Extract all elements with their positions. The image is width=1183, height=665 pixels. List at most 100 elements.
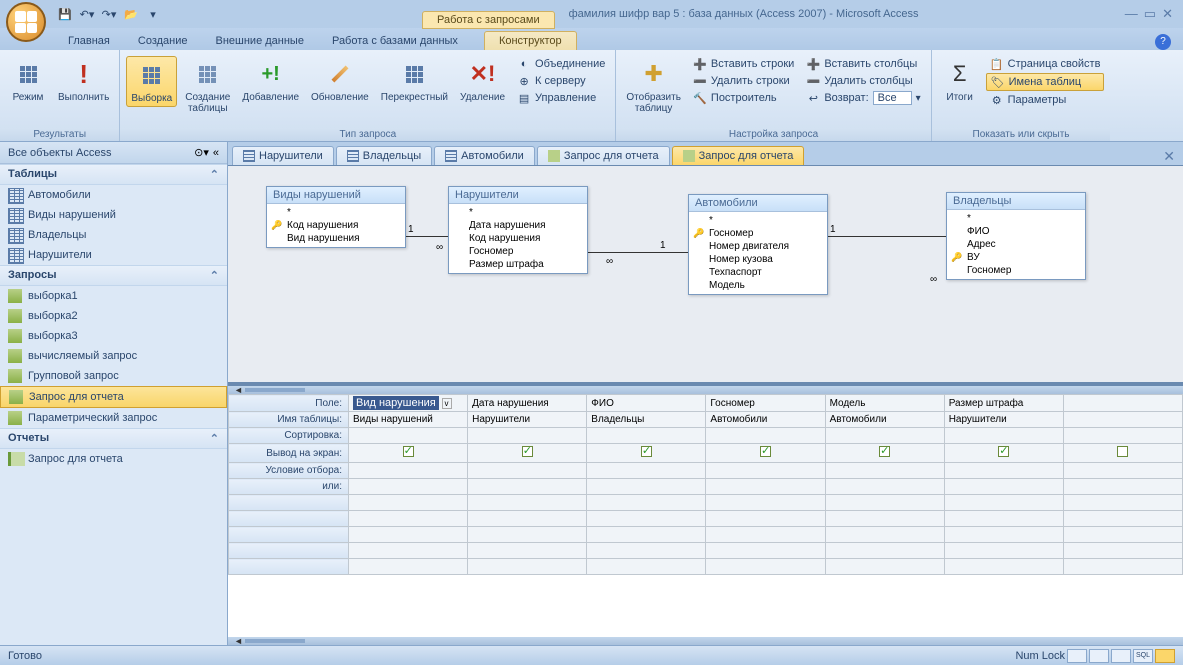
redo-icon[interactable]: ↷▾	[100, 5, 118, 23]
qbe-cell[interactable]	[1063, 428, 1182, 444]
document-tab[interactable]: Автомобили	[434, 146, 535, 165]
view-pivot-icon[interactable]	[1089, 649, 1109, 663]
nav-item[interactable]: выборка1	[0, 286, 227, 306]
document-tab[interactable]: Запрос для отчета	[537, 146, 670, 165]
qbe-cell[interactable]	[706, 463, 825, 479]
parameters-button[interactable]: ⚙Параметры	[986, 92, 1105, 108]
diagram-pane[interactable]: 1∞ 1∞ 1∞ Виды нарушений*Код нарушенияВид…	[228, 166, 1183, 386]
minimize-button[interactable]: —	[1125, 6, 1138, 22]
qbe-cell[interactable]: Автомобили	[825, 412, 944, 428]
view-button[interactable]: Режим	[6, 56, 50, 105]
qbe-cell[interactable]	[706, 479, 825, 495]
table-box[interactable]: Виды нарушений*Код нарушенияВид нарушени…	[266, 186, 406, 248]
qbe-cell[interactable]	[587, 463, 706, 479]
nav-item[interactable]: вычисляемый запрос	[0, 346, 227, 366]
property-sheet-button[interactable]: 📋Страница свойств	[986, 56, 1105, 72]
tab-create[interactable]: Создание	[124, 32, 202, 50]
insert-cols-button[interactable]: ➕Вставить столбцы	[802, 56, 924, 72]
nav-group-queries[interactable]: Запросы⌃	[0, 265, 227, 286]
qat-customize-icon[interactable]: ▾	[144, 5, 162, 23]
tab-design[interactable]: Конструктор	[484, 31, 577, 50]
save-icon[interactable]: 💾	[56, 5, 74, 23]
tab-external[interactable]: Внешние данные	[202, 32, 318, 50]
qbe-cell[interactable]	[944, 428, 1063, 444]
nav-item[interactable]: Групповой запрос	[0, 366, 227, 386]
close-document-icon[interactable]: ✕	[1155, 148, 1183, 165]
qbe-cell[interactable]: Нарушители	[468, 412, 587, 428]
crosstab-button[interactable]: Перекрестный	[377, 56, 452, 105]
close-button[interactable]: ✕	[1162, 6, 1173, 22]
return-dropdown[interactable]: ↩Возврат: Все▾	[802, 90, 924, 106]
qbe-cell[interactable]	[468, 479, 587, 495]
qbe-cell[interactable]	[468, 428, 587, 444]
nav-item[interactable]: Автомобили	[0, 185, 227, 205]
qbe-cell[interactable]	[468, 463, 587, 479]
tab-home[interactable]: Главная	[54, 32, 124, 50]
qbe-cell[interactable]	[1063, 463, 1182, 479]
nav-collapse-icon[interactable]: «	[213, 147, 219, 159]
view-sql-icon[interactable]: SQL	[1133, 649, 1153, 663]
nav-item[interactable]: Нарушители	[0, 245, 227, 265]
document-tab[interactable]: Владельцы	[336, 146, 432, 165]
passthrough-button[interactable]: ⊕К серверу	[513, 73, 609, 89]
qbe-cell[interactable]	[587, 444, 706, 463]
qbe-cell[interactable]	[349, 444, 468, 463]
append-button[interactable]: +! Добавление	[238, 56, 303, 105]
document-tab[interactable]: Запрос для отчета	[672, 146, 805, 165]
qbe-cell[interactable]: Вид нарушения v	[349, 395, 468, 412]
qbe-cell[interactable]	[349, 479, 468, 495]
qbe-cell[interactable]: Нарушители	[944, 412, 1063, 428]
document-tab[interactable]: Нарушители	[232, 146, 334, 165]
qbe-cell[interactable]: Владельцы	[587, 412, 706, 428]
qbe-cell[interactable]	[1063, 395, 1182, 412]
qbe-cell[interactable]	[825, 444, 944, 463]
delete-cols-button[interactable]: ➖Удалить столбцы	[802, 73, 924, 89]
qbe-cell[interactable]	[825, 463, 944, 479]
nav-group-reports[interactable]: Отчеты⌃	[0, 428, 227, 449]
qbe-cell[interactable]	[349, 428, 468, 444]
qbe-cell[interactable]: Виды нарушений	[349, 412, 468, 428]
nav-item[interactable]: выборка2	[0, 306, 227, 326]
open-icon[interactable]: 📂	[122, 5, 140, 23]
qbe-cell[interactable]: ФИО	[587, 395, 706, 412]
nav-item[interactable]: Параметрический запрос	[0, 408, 227, 428]
qbe-cell[interactable]	[944, 444, 1063, 463]
help-icon[interactable]: ?	[1155, 34, 1171, 50]
table-box[interactable]: Автомобили*ГосномерНомер двигателяНомер …	[688, 194, 828, 295]
table-names-button[interactable]: 🏷Имена таблиц	[986, 73, 1105, 91]
view-datasheet-icon[interactable]	[1067, 649, 1087, 663]
view-design-icon[interactable]	[1155, 649, 1175, 663]
qbe-grid[interactable]: Поле:Вид нарушения vДата нарушенияФИОГос…	[228, 394, 1183, 637]
qbe-cell[interactable]: Размер штрафа	[944, 395, 1063, 412]
update-button[interactable]: Обновление	[307, 56, 373, 105]
qbe-cell[interactable]	[587, 428, 706, 444]
qbe-cell[interactable]	[587, 479, 706, 495]
view-chart-icon[interactable]	[1111, 649, 1131, 663]
office-button[interactable]	[6, 2, 46, 42]
builder-button[interactable]: 🔨Построитель	[689, 90, 798, 106]
show-table-button[interactable]: ✚ Отобразить таблицу	[622, 56, 685, 116]
nav-item[interactable]: Запрос для отчета	[0, 386, 227, 408]
qbe-cell[interactable]	[1063, 412, 1182, 428]
qbe-cell[interactable]	[944, 463, 1063, 479]
qbe-cell[interactable]	[825, 428, 944, 444]
qbe-scrollbar[interactable]: ◄	[228, 637, 1183, 645]
undo-icon[interactable]: ↶▾	[78, 5, 96, 23]
table-box[interactable]: Владельцы*ФИОАдресВУГосномер	[946, 192, 1086, 280]
nav-item[interactable]: Запрос для отчета	[0, 449, 227, 469]
qbe-cell[interactable]: Госномер	[706, 395, 825, 412]
nav-item[interactable]: выборка3	[0, 326, 227, 346]
horizontal-splitter[interactable]: ◄	[228, 386, 1183, 394]
qbe-cell[interactable]	[944, 479, 1063, 495]
delete-button[interactable]: ✕! Удаление	[456, 56, 509, 105]
union-button[interactable]: ◐Объединение	[513, 56, 609, 72]
qbe-cell[interactable]	[1063, 444, 1182, 463]
nav-dropdown-icon[interactable]: ⊙▾	[194, 146, 209, 159]
qbe-cell[interactable]: Автомобили	[706, 412, 825, 428]
qbe-cell[interactable]	[825, 479, 944, 495]
delete-rows-button[interactable]: ➖Удалить строки	[689, 73, 798, 89]
nav-header[interactable]: Все объекты Access⊙▾«	[0, 142, 227, 164]
qbe-cell[interactable]	[706, 428, 825, 444]
nav-group-tables[interactable]: Таблицы⌃	[0, 164, 227, 185]
select-query-button[interactable]: Выборка	[126, 56, 177, 107]
